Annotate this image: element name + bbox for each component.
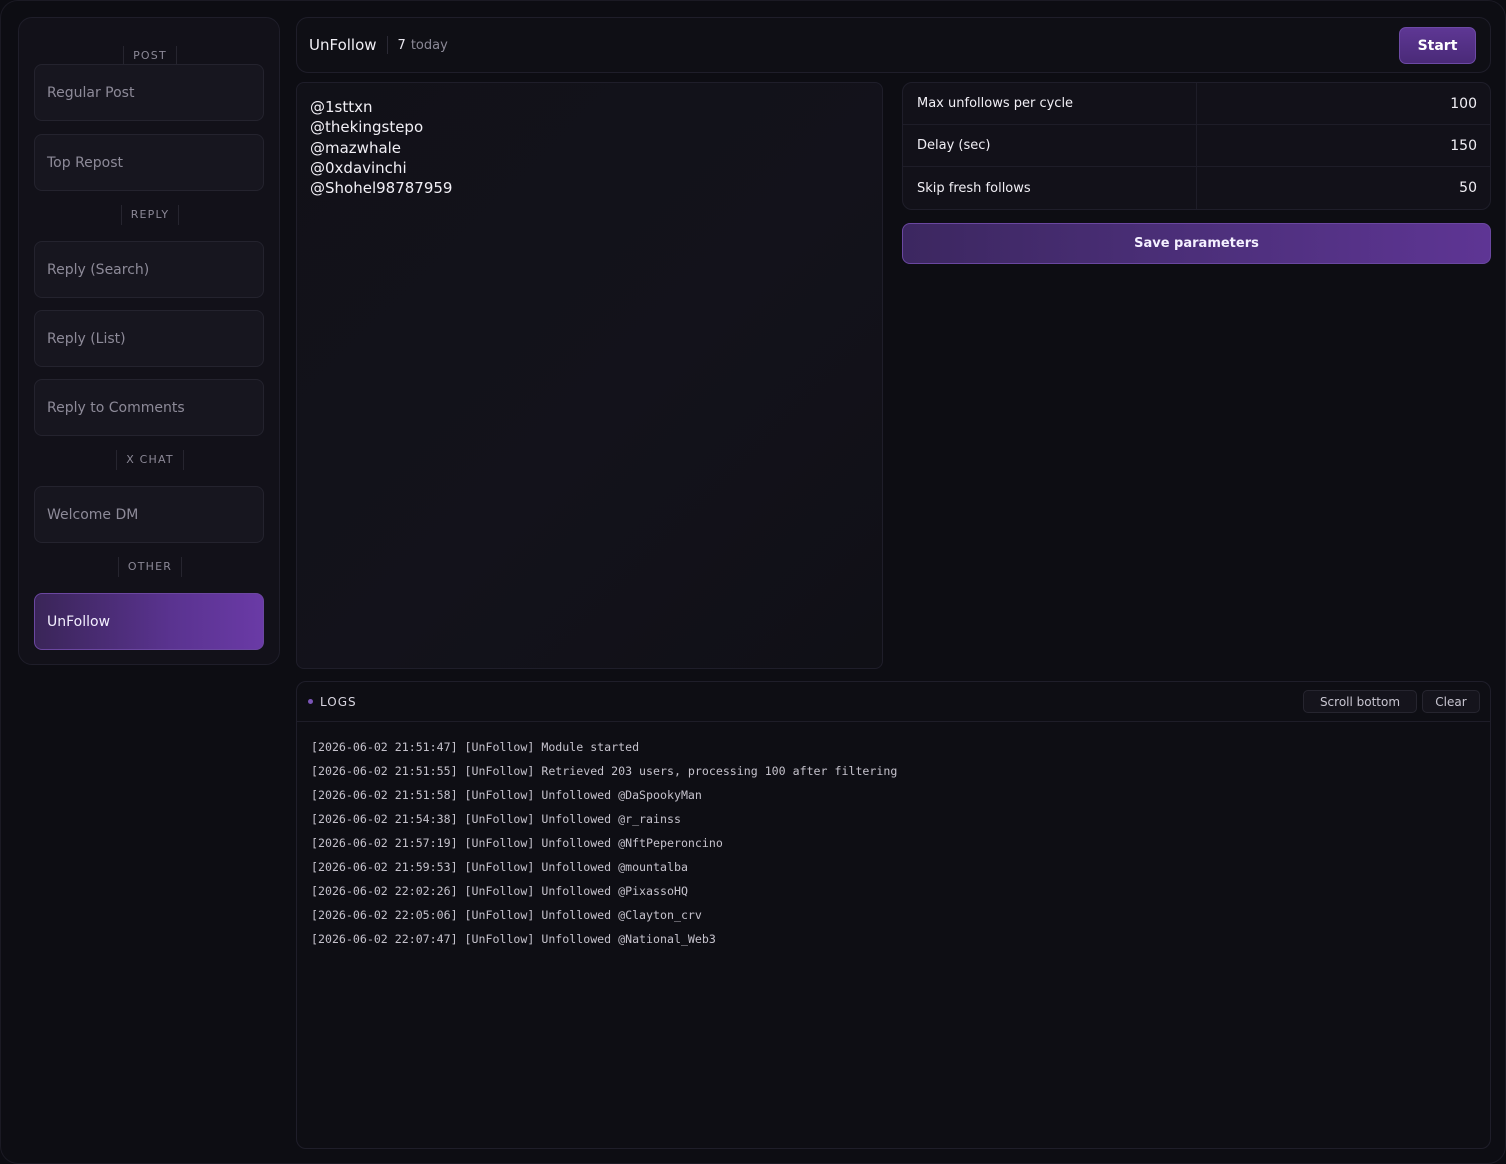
sidebar-item-welcome-dm[interactable]: Welcome DM	[34, 486, 264, 543]
log-line: [2026-06-02 21:51:58] [UnFollow] Unfollo…	[311, 788, 702, 802]
log-line: [2026-06-02 22:02:26] [UnFollow] Unfollo…	[311, 884, 688, 898]
param-label: Max unfollows per cycle	[903, 83, 1197, 124]
header-divider	[386, 36, 388, 54]
skip-fresh-input[interactable]: 50	[1197, 167, 1490, 209]
log-line: [2026-06-02 21:51:55] [UnFollow] Retriev…	[311, 764, 898, 778]
sidebar-item-regular-post[interactable]: Regular Post	[34, 64, 264, 121]
save-parameters-button[interactable]: Save parameters	[902, 223, 1491, 264]
param-row-skip-fresh: Skip fresh follows 50	[903, 167, 1490, 209]
section-label-post: POST	[19, 46, 281, 66]
max-unfollows-input[interactable]: 100	[1197, 83, 1490, 124]
section-label-reply: REPLY	[19, 205, 281, 225]
sidebar-item-top-repost[interactable]: Top Repost	[34, 134, 264, 191]
clear-logs-button[interactable]: Clear	[1422, 690, 1480, 713]
sidebar-item-reply-to-comments[interactable]: Reply to Comments	[34, 379, 264, 436]
section-label-other: OTHER	[19, 557, 281, 577]
param-label: Delay (sec)	[903, 125, 1197, 166]
logs-panel: LOGS Scroll bottom Clear [2026-06-02 21:…	[296, 681, 1491, 1149]
target-users-input[interactable]	[296, 82, 883, 669]
section-label-x-chat: X CHAT	[19, 450, 281, 470]
log-line: [2026-06-02 21:57:19] [UnFollow] Unfollo…	[311, 836, 723, 850]
sidebar: POST Regular Post Top Repost REPLY Reply…	[18, 17, 280, 665]
param-row-delay: Delay (sec) 150	[903, 125, 1490, 167]
logs-title: LOGS	[320, 694, 357, 709]
log-line: [2026-06-02 21:54:38] [UnFollow] Unfollo…	[311, 812, 681, 826]
app-window: POST Regular Post Top Repost REPLY Reply…	[0, 0, 1506, 1164]
param-row-max-unfollows: Max unfollows per cycle 100	[903, 83, 1490, 125]
sidebar-item-reply-list[interactable]: Reply (List)	[34, 310, 264, 367]
log-line: [2026-06-02 21:51:47] [UnFollow] Module …	[311, 740, 640, 754]
delay-input[interactable]: 150	[1197, 125, 1490, 166]
log-line: [2026-06-02 22:07:47] [UnFollow] Unfollo…	[311, 932, 716, 946]
status-dot-icon	[308, 699, 313, 704]
today-count: 7	[397, 37, 406, 53]
log-line: [2026-06-02 21:59:53] [UnFollow] Unfollo…	[311, 860, 688, 874]
page-title: UnFollow	[309, 36, 377, 54]
logs-header: LOGS Scroll bottom Clear	[297, 682, 1490, 722]
sidebar-item-reply-search[interactable]: Reply (Search)	[34, 241, 264, 298]
logs-body[interactable]: [2026-06-02 21:51:47] [UnFollow] Module …	[297, 722, 1490, 964]
log-line: [2026-06-02 22:05:06] [UnFollow] Unfollo…	[311, 908, 702, 922]
start-button[interactable]: Start	[1399, 27, 1476, 64]
sidebar-item-unfollow[interactable]: UnFollow	[34, 593, 264, 650]
parameters-table: Max unfollows per cycle 100 Delay (sec) …	[902, 82, 1491, 210]
module-header: UnFollow 7 today Start	[296, 17, 1491, 73]
param-label: Skip fresh follows	[903, 167, 1197, 209]
scroll-bottom-button[interactable]: Scroll bottom	[1303, 690, 1417, 713]
today-count-label: today	[410, 37, 448, 53]
